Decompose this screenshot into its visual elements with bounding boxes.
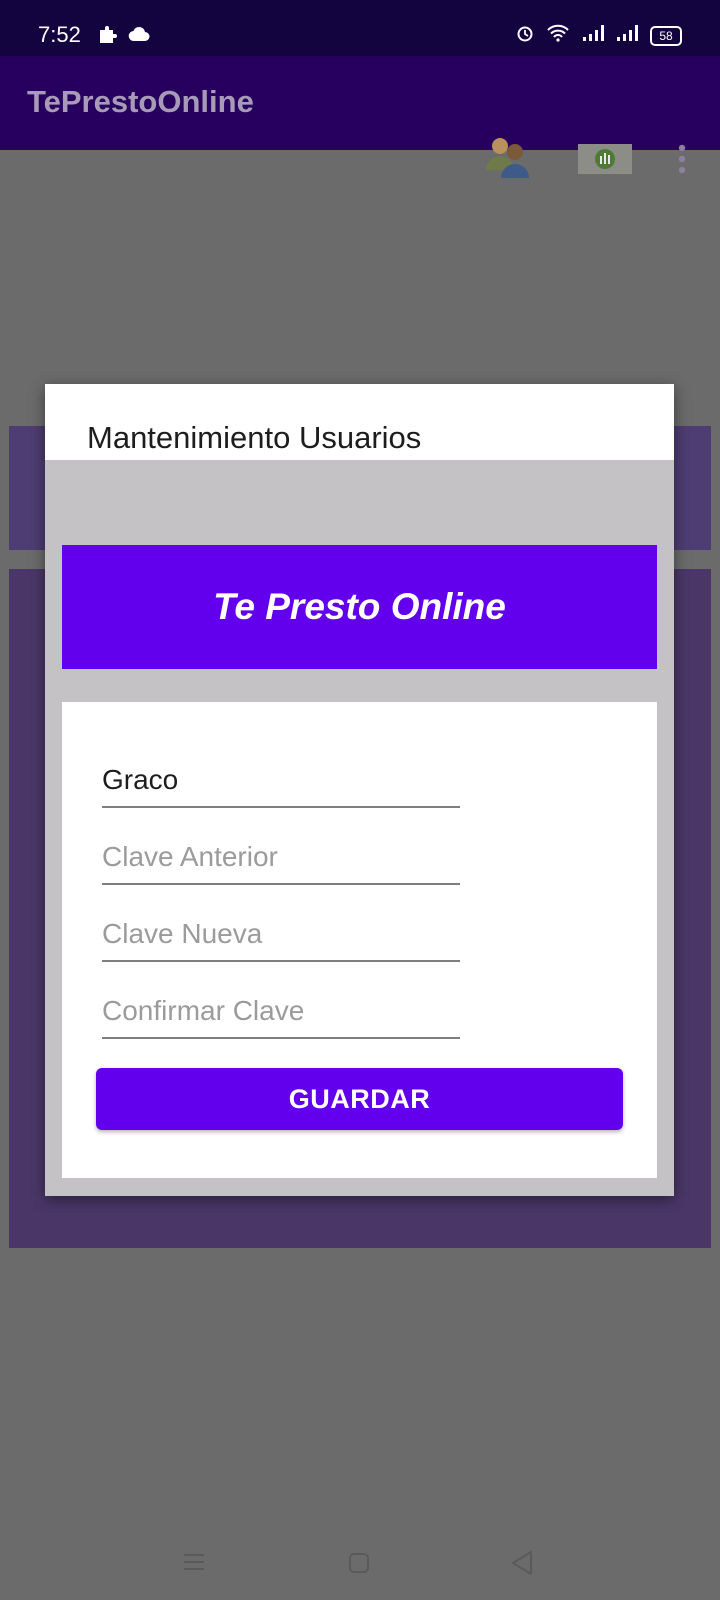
signal-icon xyxy=(582,24,604,47)
navigation-bar xyxy=(0,1530,720,1600)
signal-icon xyxy=(616,24,638,47)
status-time: 7:52 xyxy=(38,22,81,47)
username-field[interactable] xyxy=(102,754,460,808)
wifi-icon xyxy=(546,24,570,47)
status-right-icons: 58 xyxy=(516,24,682,47)
save-button[interactable]: GUARDAR xyxy=(96,1068,623,1130)
menu-icon[interactable] xyxy=(183,1552,205,1577)
home-icon[interactable] xyxy=(348,1552,370,1579)
dialog-body: Te Presto Online GUARDAR xyxy=(45,460,674,1196)
app-title: TePrestoOnline xyxy=(27,84,254,119)
brand-banner: Te Presto Online xyxy=(62,545,657,669)
more-vert-icon[interactable] xyxy=(678,144,686,179)
users-icon[interactable] xyxy=(484,134,532,185)
dialog-title: Mantenimiento Usuarios xyxy=(87,420,422,455)
new-password-field[interactable] xyxy=(102,908,460,962)
app-bar: TePrestoOnline xyxy=(0,56,720,178)
user-maintenance-dialog: Mantenimiento Usuarios Te Presto Online … xyxy=(45,384,674,1196)
confirm-password-field[interactable] xyxy=(102,985,460,1039)
alarm-icon xyxy=(516,24,534,47)
old-password-field[interactable] xyxy=(102,831,460,885)
report-icon[interactable] xyxy=(578,144,632,179)
battery-icon: 58 xyxy=(650,25,682,46)
back-icon[interactable] xyxy=(510,1550,534,1581)
puzzle-icon xyxy=(96,22,120,51)
password-form: GUARDAR xyxy=(62,702,657,1178)
cloud-icon xyxy=(128,26,150,47)
status-left-icons xyxy=(96,22,150,51)
